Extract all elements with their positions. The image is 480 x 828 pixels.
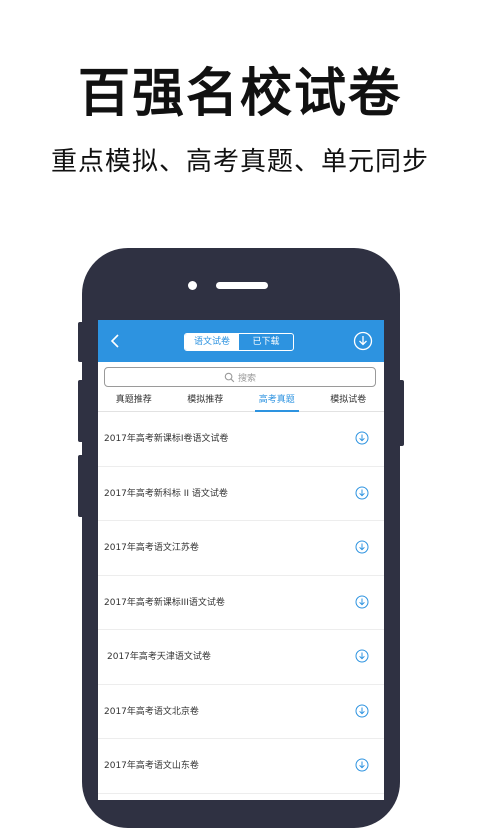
phone-mute-switch [78, 322, 84, 362]
download-circle-icon[interactable] [355, 540, 369, 554]
search-field[interactable]: 搜索 [104, 367, 376, 387]
tab-recommended-real[interactable]: 真题推荐 [98, 391, 170, 411]
paper-title: 2017年高考语文山东卷 [104, 761, 199, 771]
paper-title: 2017年高考新课标III语文试卷 [104, 597, 225, 608]
phone-volume-up [78, 380, 84, 442]
search-placeholder: 搜索 [237, 373, 256, 384]
phone-speaker [216, 282, 268, 289]
tab-mock-papers[interactable]: 模拟试卷 [313, 391, 385, 411]
list-item[interactable]: 2017年高考新科标 II 语文试卷 [98, 467, 384, 521]
paper-title: 2017年高考语文北京卷 [104, 706, 199, 717]
list-item[interactable]: 2017年高考语文山东卷 [98, 739, 384, 794]
tab-gaokao-real[interactable]: 高考真题 [241, 391, 313, 412]
app-screen: 语文试卷 已下载 搜索 真题推荐 模拟推荐 高考真题 模拟试卷 2017年高考新… [98, 320, 384, 800]
segment-chinese-papers[interactable]: 语文试卷 [185, 334, 239, 350]
phone-volume-down [78, 455, 84, 517]
download-circle-icon[interactable] [355, 486, 369, 500]
promo-subheadline: 重点模拟、高考真题、单元同步 [50, 147, 429, 177]
download-circle-icon[interactable] [355, 431, 369, 445]
tab-recommended-mock[interactable]: 模拟推荐 [170, 391, 242, 411]
list-item[interactable]: 2017年高考新课标III语文试卷 [98, 576, 384, 630]
phone-camera [188, 281, 197, 290]
segmented-control: 语文试卷 已下载 [184, 333, 294, 351]
download-circle-icon[interactable] [355, 595, 369, 609]
list-item[interactable]: 2017年高考语文江苏卷 [98, 521, 384, 576]
nav-bar: 语文试卷 已下载 [98, 320, 384, 362]
segment-downloaded[interactable]: 已下载 [239, 334, 293, 350]
list-item[interactable]: 2017年高考天津语文试卷 [98, 630, 384, 685]
list-item[interactable]: 2017年高考语文北京卷 [98, 685, 384, 739]
search-icon [224, 372, 235, 382]
paper-title: 2017年高考新课标I卷语文试卷 [104, 434, 229, 444]
paper-list: 2017年高考新课标I卷语文试卷 2017年高考新科标 II 语文试卷 2017… [98, 412, 384, 794]
download-circle-icon[interactable] [355, 704, 369, 718]
paper-title: 2017年高考新科标 II 语文试卷 [104, 488, 228, 499]
back-icon[interactable] [108, 333, 124, 349]
download-circle-icon[interactable] [355, 758, 369, 772]
paper-title: 2017年高考天津语文试卷 [107, 652, 211, 662]
paper-title: 2017年高考语文江苏卷 [104, 543, 199, 553]
phone-power-button [398, 380, 404, 446]
download-icon[interactable] [353, 331, 373, 351]
promo-headline: 百强名校试卷 [77, 64, 402, 124]
download-circle-icon[interactable] [355, 649, 369, 663]
list-item[interactable]: 2017年高考新课标I卷语文试卷 [98, 412, 384, 467]
category-tabs: 真题推荐 模拟推荐 高考真题 模拟试卷 [98, 391, 384, 412]
